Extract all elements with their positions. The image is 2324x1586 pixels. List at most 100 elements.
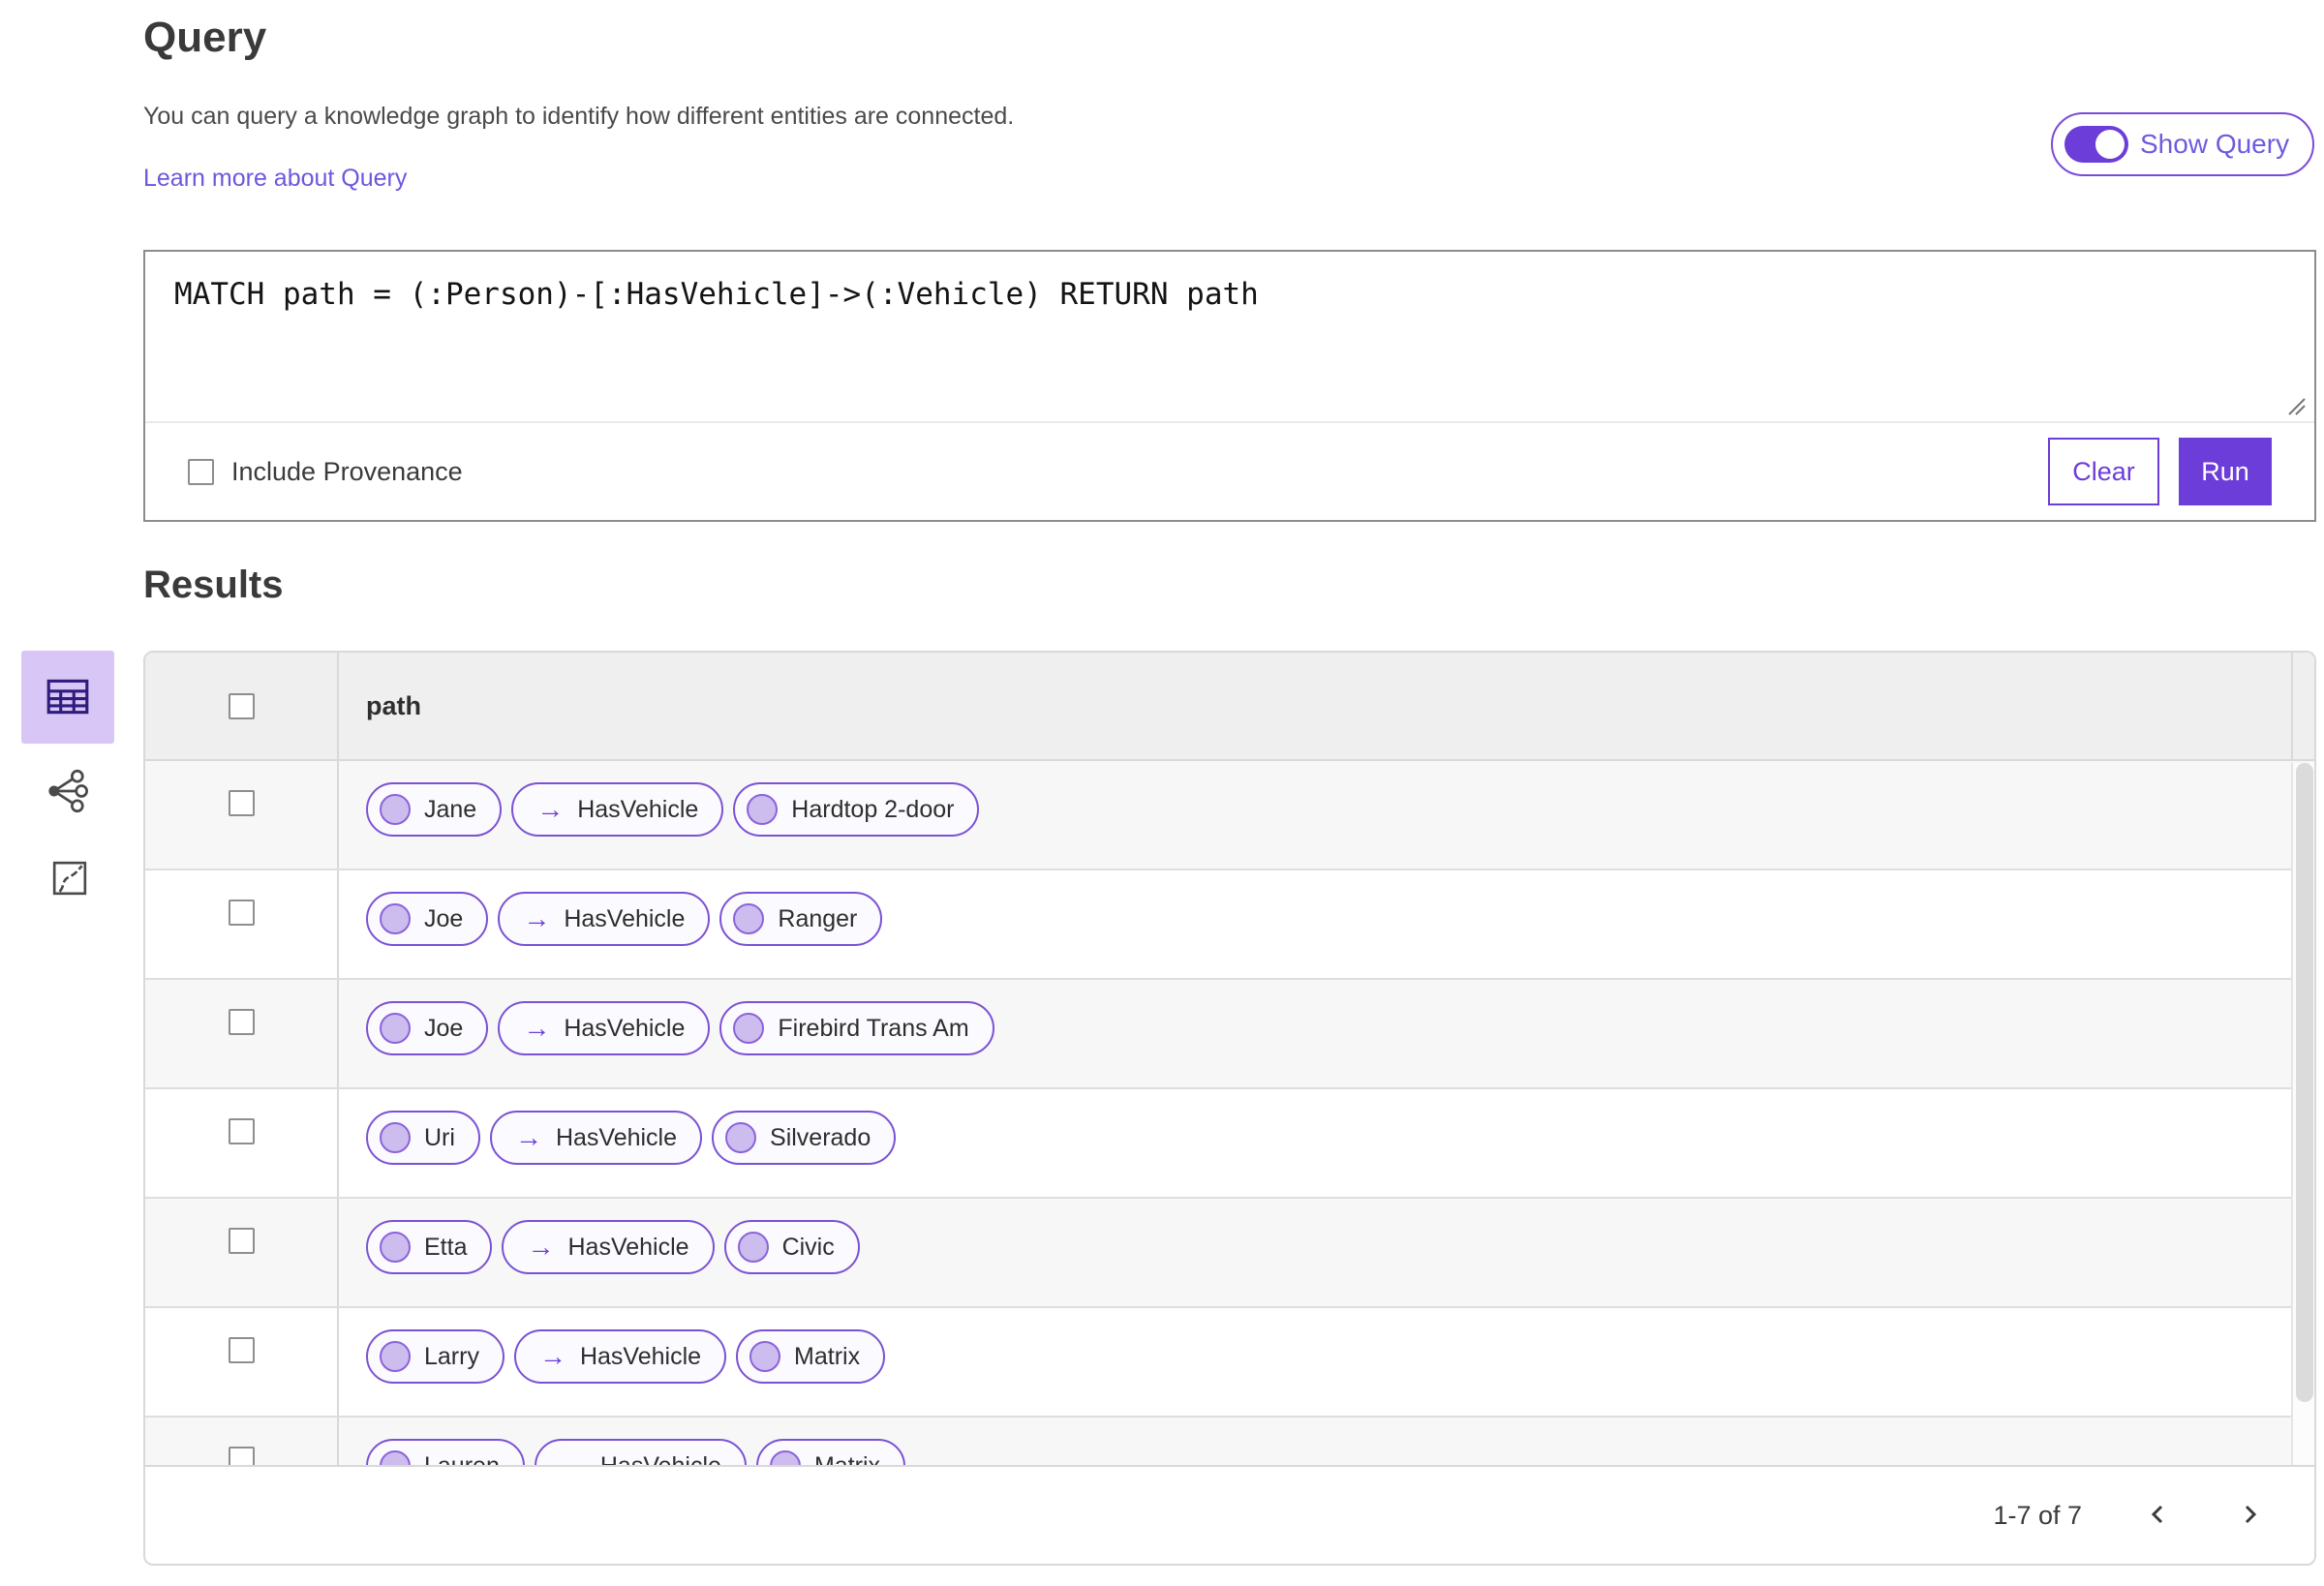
table-body: Jane → HasVehicle Hardtop 2-door Joe → Has…	[145, 761, 2314, 1527]
chip-label: Joe	[424, 904, 464, 932]
node-circle-icon	[737, 1232, 769, 1263]
row-checkbox[interactable]	[228, 1228, 255, 1254]
relationship-chip[interactable]: → HasVehicle	[502, 1220, 715, 1274]
relationship-chip[interactable]: → HasVehicle	[513, 1329, 727, 1384]
table-row: Jane → HasVehicle Hardtop 2-door	[145, 761, 2314, 870]
chip-label: HasVehicle	[577, 795, 699, 823]
chevron-left-icon	[2144, 1500, 2173, 1532]
node-circle-icon	[733, 903, 765, 934]
row-checkbox[interactable]	[228, 900, 255, 926]
path-column-header: path	[366, 690, 421, 720]
relationship-chip[interactable]: → HasVehicle	[498, 1001, 711, 1055]
chip-label: Civic	[781, 1233, 835, 1261]
row-checkbox[interactable]	[228, 790, 255, 816]
chip-label: Larry	[424, 1342, 479, 1370]
table-footer: 1-7 of 7	[145, 1465, 2314, 1564]
chip-label: Matrix	[794, 1342, 861, 1370]
node-chip-person[interactable]: Jane	[366, 782, 503, 837]
chip-label: Etta	[424, 1233, 468, 1261]
arrow-right-icon: →	[514, 1122, 542, 1152]
toggle-knob	[2095, 130, 2125, 159]
page-title: Query	[143, 14, 267, 61]
resize-handle-icon[interactable]	[2285, 395, 2307, 421]
query-input[interactable]: MATCH path = (:Person)-[:HasVehicle]->(:…	[145, 252, 2314, 421]
include-provenance-checkbox[interactable]	[188, 458, 214, 485]
row-checkbox[interactable]	[228, 1337, 255, 1363]
node-chip-vehicle[interactable]: Silverado	[712, 1111, 897, 1165]
relationship-chip[interactable]: → HasVehicle	[489, 1111, 703, 1165]
node-circle-icon	[733, 1013, 765, 1044]
next-page-button[interactable]	[2235, 1500, 2264, 1532]
table-row: Larry → HasVehicle Matrix	[145, 1308, 2314, 1418]
node-circle-icon	[380, 794, 411, 825]
chip-label: Jane	[424, 795, 477, 823]
table-view-icon	[44, 672, 92, 723]
row-checkbox[interactable]	[228, 1009, 255, 1035]
results-table: path Jane → HasVehicle Hardtop 2-door Joe…	[143, 651, 2316, 1566]
scrollbar-track[interactable]	[2291, 763, 2314, 1465]
table-scrollbar	[2291, 653, 2314, 1465]
node-chip-person[interactable]: Joe	[366, 892, 489, 946]
node-chip-person[interactable]: Etta	[366, 1220, 493, 1274]
row-checkbox[interactable]	[228, 1118, 255, 1144]
node-chip-vehicle[interactable]: Ranger	[719, 892, 883, 946]
toggle-switch-icon[interactable]	[2064, 126, 2128, 163]
relationship-chip[interactable]: → HasVehicle	[511, 782, 724, 837]
include-provenance-group: Include Provenance	[188, 457, 463, 487]
node-circle-icon	[380, 1122, 411, 1153]
include-provenance-label: Include Provenance	[231, 456, 463, 486]
path-column-header-cell: path	[339, 653, 2314, 759]
node-chip-vehicle[interactable]: Civic	[723, 1220, 860, 1274]
node-chip-vehicle[interactable]: Firebird Trans Am	[719, 1001, 994, 1055]
chip-label: HasVehicle	[579, 1342, 702, 1370]
select-all-checkbox[interactable]	[228, 692, 255, 719]
page-description: You can query a knowledge graph to ident…	[143, 103, 1015, 130]
node-chip-person[interactable]: Joe	[366, 1001, 489, 1055]
node-circle-icon	[749, 1341, 781, 1372]
prev-page-button[interactable]	[2144, 1500, 2173, 1532]
chip-label: Firebird Trans Am	[778, 1014, 969, 1042]
node-chip-vehicle[interactable]: Hardtop 2-door	[733, 782, 980, 837]
show-query-label: Show Query	[2140, 129, 2290, 159]
scrollbar-header-cap	[2291, 653, 2314, 761]
table-row: Joe → HasVehicle Ranger	[145, 870, 2314, 980]
table-row: Joe → HasVehicle Firebird Trans Am	[145, 980, 2314, 1089]
node-circle-icon	[380, 1341, 411, 1372]
learn-more-link[interactable]: Learn more about Query	[143, 165, 407, 193]
scrollbar-thumb[interactable]	[2296, 763, 2313, 1402]
node-circle-icon	[725, 1122, 757, 1153]
table-row: Etta → HasVehicle Civic	[145, 1199, 2314, 1308]
node-circle-icon	[747, 794, 779, 825]
clear-button[interactable]: Clear	[2048, 438, 2159, 505]
arrow-right-icon: →	[538, 1341, 566, 1371]
graph-view-icon	[45, 768, 91, 817]
map-view-button[interactable]	[48, 858, 91, 900]
arrow-right-icon: →	[523, 903, 551, 933]
relationship-chip[interactable]: → HasVehicle	[498, 892, 711, 946]
show-query-toggle[interactable]: Show Query	[2051, 112, 2315, 176]
table-row: Uri → HasVehicle Silverado	[145, 1089, 2314, 1199]
graph-view-button[interactable]	[43, 767, 93, 817]
chip-label: HasVehicle	[567, 1233, 689, 1261]
node-chip-vehicle[interactable]: Matrix	[736, 1329, 886, 1384]
node-chip-person[interactable]: Larry	[366, 1329, 505, 1384]
chip-label: Joe	[424, 1014, 464, 1042]
chip-label: HasVehicle	[564, 904, 686, 932]
chip-label: HasVehicle	[564, 1014, 686, 1042]
chip-label: HasVehicle	[555, 1123, 678, 1151]
map-view-icon	[51, 860, 88, 900]
editor-actions: Clear Run	[2048, 438, 2272, 505]
arrow-right-icon: →	[536, 794, 565, 824]
chip-label: Ranger	[778, 904, 858, 932]
chevron-right-icon	[2235, 1500, 2264, 1532]
node-chip-person[interactable]: Uri	[366, 1111, 480, 1165]
node-circle-icon	[380, 1232, 411, 1263]
node-circle-icon	[380, 1013, 411, 1044]
table-view-button[interactable]	[21, 651, 114, 744]
run-button[interactable]: Run	[2179, 438, 2272, 505]
editor-footer: Include Provenance Clear Run	[145, 421, 2314, 520]
query-editor-panel: MATCH path = (:Person)-[:HasVehicle]->(:…	[143, 250, 2316, 522]
node-circle-icon	[380, 903, 411, 934]
query-page: Query You can query a knowledge graph to…	[0, 0, 2324, 1586]
chip-label: Silverado	[770, 1123, 872, 1151]
